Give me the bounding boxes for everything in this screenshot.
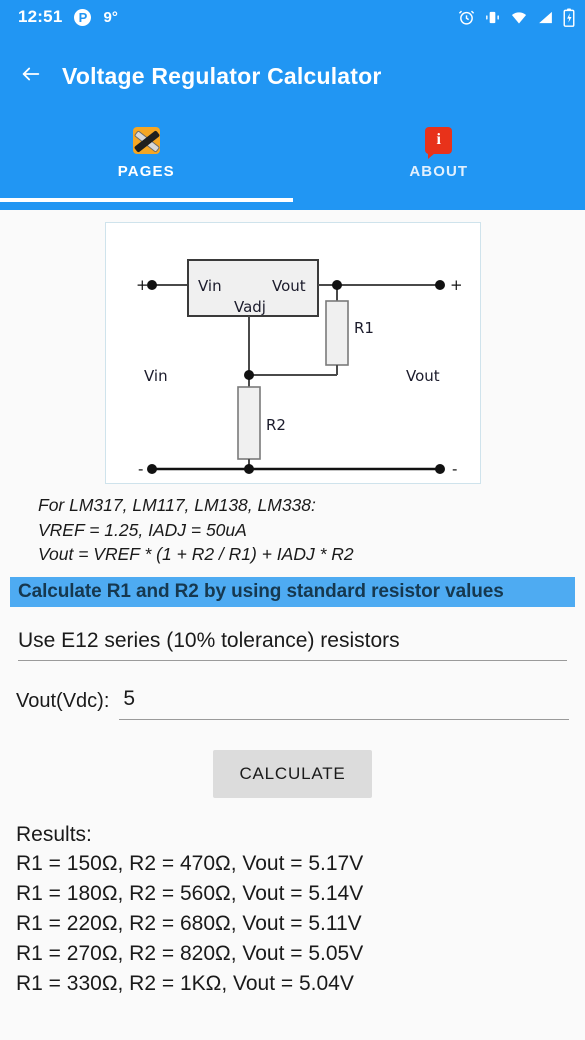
- tab-bar: PAGES i ABOUT: [0, 110, 585, 202]
- diagram-terminal-plus-right: +: [450, 276, 463, 294]
- app-bar-top: Voltage Regulator Calculator: [0, 34, 585, 110]
- status-bar: 12:51 P 9°: [0, 0, 585, 34]
- signal-icon: [537, 9, 554, 26]
- status-bar-right: [458, 7, 575, 27]
- results-section: Results: R1 = 150Ω, R2 = 470Ω, Vout = 5.…: [16, 820, 585, 999]
- status-time: 12:51: [18, 7, 63, 26]
- tab-about[interactable]: i ABOUT: [293, 110, 585, 202]
- main-content: Vin Vout Vadj R1 R2 Vin Vout + + - - For…: [0, 222, 585, 998]
- info-bubble-icon: i: [425, 126, 453, 159]
- diagram-label-r1: R1: [354, 319, 374, 337]
- result-row: R1 = 150Ω, R2 = 470Ω, Vout = 5.17V: [16, 852, 364, 876]
- tab-about-label: ABOUT: [409, 162, 469, 180]
- diagram-terminal-minus-right: -: [452, 460, 457, 478]
- weather-temperature: 9°: [103, 8, 118, 26]
- calculate-button-wrap: CALCULATE: [0, 749, 585, 798]
- vout-input[interactable]: [119, 686, 569, 720]
- tab-pages-label: PAGES: [117, 162, 175, 180]
- back-button[interactable]: [0, 63, 62, 90]
- diagram-label-block-vadj: Vadj: [234, 298, 266, 316]
- back-arrow-icon: [18, 63, 44, 90]
- section-heading: Calculate R1 and R2 by using standard re…: [10, 576, 575, 607]
- diagram-label-block-vout: Vout: [272, 277, 306, 295]
- alarm-icon: [458, 9, 475, 26]
- diagram-label-vout: Vout: [406, 367, 440, 385]
- app-bar: Voltage Regulator Calculator PAGES i ABO…: [0, 34, 585, 210]
- diagram-terminal-minus-left: -: [138, 460, 143, 478]
- calculate-button[interactable]: CALCULATE: [213, 749, 372, 798]
- result-row: R1 = 270Ω, R2 = 820Ω, Vout = 5.05V: [16, 941, 364, 965]
- page-title: Voltage Regulator Calculator: [62, 62, 382, 89]
- diagram-terminal-plus-left: +: [136, 276, 149, 294]
- formula-line-3: Vout = VREF * (1 + R2 / R1) + IADJ * R2: [38, 544, 354, 564]
- circuit-diagram-card: Vin Vout Vadj R1 R2 Vin Vout + + - -: [104, 222, 481, 484]
- result-row: R1 = 330Ω, R2 = 1KΩ, Vout = 5.04V: [16, 971, 354, 995]
- results-heading: Results:: [16, 822, 92, 846]
- vout-label: Vout(Vdc):: [16, 689, 110, 712]
- vibrate-icon: [484, 9, 501, 26]
- vout-input-row: Vout(Vdc):: [16, 686, 569, 720]
- resistor-series-select[interactable]: Use E12 series (10% tolerance) resistors: [18, 629, 567, 661]
- pandora-icon: P: [74, 8, 92, 26]
- battery-charging-icon: [563, 7, 575, 27]
- resistor-series-value[interactable]: Use E12 series (10% tolerance) resistors: [18, 629, 567, 661]
- tab-pages[interactable]: PAGES: [0, 110, 293, 202]
- formula-line-2: VREF = 1.25, IADJ = 50uA: [38, 519, 247, 540]
- tab-active-indicator: [0, 198, 293, 202]
- diagram-label-r2: R2: [266, 416, 286, 434]
- wifi-icon: [510, 9, 528, 26]
- circuit-diagram-svg: Vin Vout Vadj R1 R2 Vin Vout + + - -: [136, 259, 463, 478]
- result-row: R1 = 180Ω, R2 = 560Ω, Vout = 5.14V: [16, 882, 364, 906]
- result-row: R1 = 220Ω, R2 = 680Ω, Vout = 5.11V: [16, 911, 362, 935]
- diagram-label-vin: Vin: [144, 367, 168, 385]
- formula-text: For LM317, LM117, LM138, LM338: VREF = 1…: [38, 493, 585, 567]
- formula-line-1: For LM317, LM117, LM138, LM338:: [38, 495, 316, 515]
- status-bar-left: 12:51 P 9°: [18, 7, 118, 27]
- tools-icon: [132, 126, 160, 154]
- diagram-label-block-vin: Vin: [198, 277, 222, 295]
- app-root: 12:51 P 9° Voltage Regulator Calculator …: [0, 0, 585, 1040]
